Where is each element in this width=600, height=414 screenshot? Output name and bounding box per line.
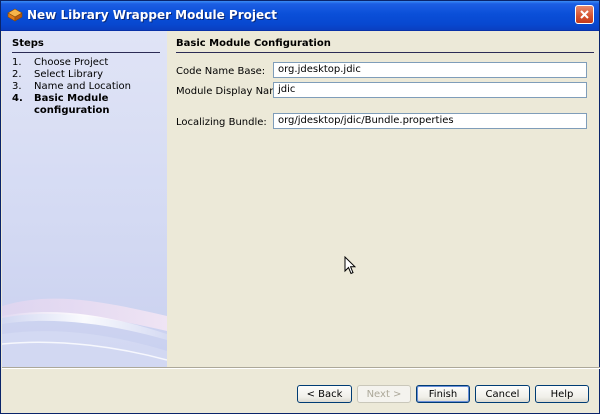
close-icon (580, 10, 589, 19)
step-number: 4. (12, 93, 23, 104)
finish-button[interactable]: Finish (416, 385, 470, 403)
help-button[interactable]: Help (535, 385, 589, 403)
localizing-bundle-input[interactable]: org/jdesktop/jdic/Bundle.properties (273, 113, 587, 129)
content-divider (176, 52, 594, 53)
module-display-name-label: Module Display Name: (176, 86, 289, 97)
decorative-swoosh (2, 298, 167, 367)
window-title: New Library Wrapper Module Project (27, 8, 277, 22)
close-button[interactable] (575, 5, 594, 24)
step-number: 3. (12, 81, 22, 92)
steps-panel: Steps 1. Choose Project 2. Select Library … (2, 31, 167, 367)
title-bar[interactable]: New Library Wrapper Module Project (1, 1, 599, 31)
cancel-button[interactable]: Cancel (475, 385, 530, 403)
next-button[interactable]: Next > (357, 385, 411, 403)
content-panel: Basic Module Configuration Code Name Bas… (167, 31, 599, 367)
mouse-pointer-icon (344, 256, 356, 275)
step-label: Name and Location (34, 81, 131, 92)
wizard-dialog: New Library Wrapper Module Project Steps… (0, 0, 600, 414)
step-label: Basic Module configuration (34, 93, 110, 116)
localizing-bundle-label: Localizing Bundle: (176, 117, 267, 128)
step-item-basic-module-configuration: 4. Basic Module configuration (12, 93, 162, 117)
module-display-name-input[interactable]: jdic (273, 82, 587, 98)
steps-divider (12, 52, 160, 53)
step-item-select-library: 2. Select Library (12, 69, 162, 81)
back-button[interactable]: < Back (297, 385, 352, 403)
steps-title: Steps (12, 38, 44, 49)
step-label: Choose Project (34, 57, 109, 68)
code-name-base-label: Code Name Base: (176, 66, 266, 77)
step-item-name-and-location: 3. Name and Location (12, 81, 162, 93)
netbeans-module-icon (7, 8, 23, 22)
step-number: 2. (12, 69, 22, 80)
steps-list: 1. Choose Project 2. Select Library 3. Name… (12, 57, 162, 117)
code-name-base-input[interactable]: org.jdesktop.jdic (273, 62, 587, 78)
step-number: 1. (12, 57, 22, 68)
step-item-choose-project: 1. Choose Project (12, 57, 162, 69)
step-label: Select Library (34, 69, 103, 80)
button-bar-divider-highlight (2, 368, 600, 369)
content-title: Basic Module Configuration (176, 38, 331, 49)
